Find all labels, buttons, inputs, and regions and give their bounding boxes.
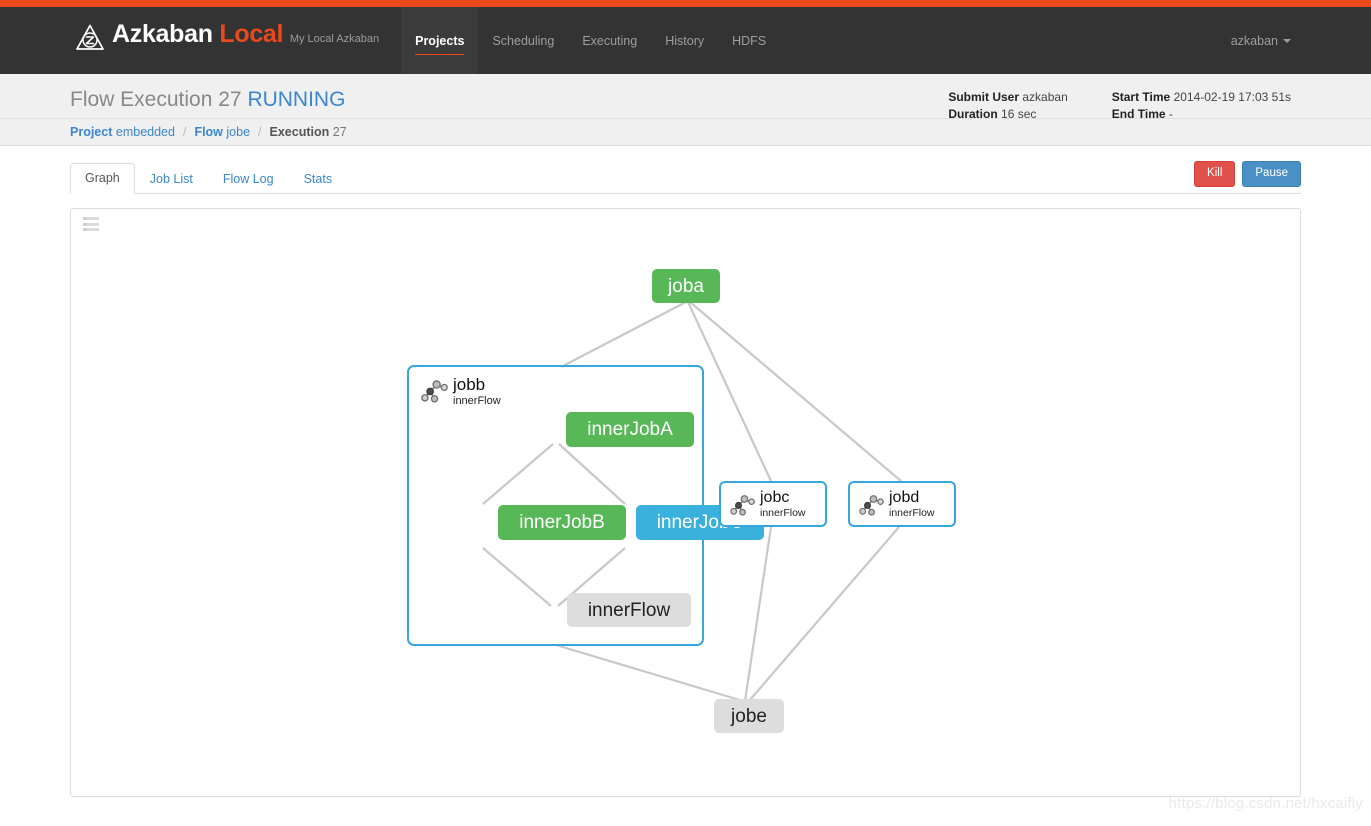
primary-nav: Projects Scheduling Executing History HD… bbox=[401, 7, 780, 74]
meta-submit-user-value: azkaban bbox=[1022, 90, 1068, 104]
edge-jobd-jobe bbox=[748, 526, 900, 702]
meta-col-user: Submit User azkaban Duration 16 sec bbox=[948, 89, 1067, 123]
meta-duration-value: 16 sec bbox=[1001, 107, 1037, 121]
flow-execution-header: Flow Execution 27 RUNNING Submit User az… bbox=[0, 74, 1371, 121]
meta-col-time: Start Time 2014-02-19 17:03 51s End Time… bbox=[1112, 89, 1291, 123]
execution-meta: Submit User azkaban Duration 16 sec Star… bbox=[948, 88, 1291, 123]
meta-duration: Duration 16 sec bbox=[948, 106, 1067, 123]
nav-item-executing[interactable]: Executing bbox=[568, 7, 651, 74]
tab-stats[interactable]: Stats bbox=[289, 164, 348, 194]
main-navbar: Azkaban Local My Local Azkaban Projects … bbox=[0, 7, 1371, 74]
user-menu[interactable]: azkaban bbox=[1231, 7, 1371, 74]
execution-actions: Kill Pause bbox=[1194, 161, 1301, 187]
graph-flowbox-jobb[interactable]: jobb innerFlow innerJobA innerJobB inner… bbox=[407, 365, 764, 646]
tab-flow-log[interactable]: Flow Log bbox=[208, 164, 289, 194]
meta-submit-user: Submit User azkaban bbox=[948, 89, 1067, 106]
breadcrumb-flow-link[interactable]: Flow jobe bbox=[194, 125, 250, 139]
graph-flownode-jobd-name: jobd bbox=[889, 488, 920, 506]
breadcrumb-flow-value: jobe bbox=[226, 125, 251, 139]
brand-name: Azkaban bbox=[112, 20, 213, 48]
brand-suffix: Local bbox=[219, 20, 284, 48]
graph-node-joba[interactable]: joba bbox=[652, 269, 720, 303]
tab-job-list[interactable]: Job List bbox=[135, 164, 208, 194]
edge-joba-jobd bbox=[689, 301, 902, 482]
breadcrumb-execution-current: Execution 27 bbox=[270, 125, 347, 139]
flow-tree-icon bbox=[730, 495, 755, 516]
content-area: Graph Job List Flow Log Stats Kill Pause bbox=[0, 146, 1371, 797]
breadcrumb-separator-1: / bbox=[182, 125, 187, 139]
kill-button[interactable]: Kill bbox=[1194, 161, 1236, 187]
graph-flowbox-jobb-name: jobb bbox=[453, 375, 486, 394]
nav-item-hdfs[interactable]: HDFS bbox=[718, 7, 780, 74]
graph-flownode-jobd-sub: innerFlow bbox=[889, 506, 935, 519]
graph-node-innerflow-label: innerFlow bbox=[587, 599, 671, 621]
brand-tagline: My Local Azkaban bbox=[289, 33, 380, 45]
pause-button[interactable]: Pause bbox=[1242, 161, 1301, 187]
flow-tree-icon bbox=[421, 380, 448, 403]
edge-joba-jobb bbox=[560, 301, 687, 368]
graph-node-innerjoba-label: innerJobA bbox=[587, 419, 673, 440]
meta-start-time: Start Time 2014-02-19 17:03 51s bbox=[1112, 89, 1291, 106]
graph-node-jobe-label: jobe bbox=[731, 705, 767, 727]
graph-flownode-jobd[interactable]: jobd innerFlow bbox=[848, 481, 956, 527]
status-badge: RUNNING bbox=[247, 88, 346, 111]
nav-item-projects[interactable]: Projects bbox=[401, 7, 479, 74]
breadcrumb-project-link[interactable]: Project embedded bbox=[70, 125, 175, 139]
chevron-down-icon bbox=[1283, 38, 1291, 43]
breadcrumb: Project embedded / Flow jobe / Execution… bbox=[0, 119, 1371, 146]
breadcrumb-flow-label: Flow bbox=[194, 125, 223, 139]
bottom-strip bbox=[0, 818, 1371, 826]
meta-end-time-value: - bbox=[1168, 107, 1173, 121]
meta-start-time-label: Start Time bbox=[1111, 90, 1171, 104]
breadcrumb-project-value: embedded bbox=[115, 125, 175, 139]
meta-submit-user-label: Submit User bbox=[948, 90, 1020, 104]
edge-jobb-jobe bbox=[555, 643, 744, 703]
graph-node-jobe[interactable]: jobe bbox=[714, 699, 784, 733]
flow-tree-icon bbox=[859, 495, 884, 516]
graph-node-innerflow[interactable]: innerFlow bbox=[567, 593, 691, 627]
graph-flownode-jobc-name: jobc bbox=[760, 488, 790, 506]
user-menu-label: azkaban bbox=[1230, 33, 1278, 48]
graph-flowbox-jobb-sub: innerFlow bbox=[453, 395, 501, 407]
meta-end-time-label: End Time bbox=[1111, 107, 1166, 121]
meta-end-time: End Time - bbox=[1112, 106, 1291, 123]
page-title-text: Flow Execution 27 bbox=[70, 88, 242, 111]
brand-home-link[interactable]: Azkaban Local My Local Azkaban bbox=[0, 7, 379, 74]
edge-jobc-jobe bbox=[743, 526, 773, 702]
graph-node-innerjoba[interactable]: innerJobA bbox=[566, 412, 694, 447]
graph-node-innerjobb[interactable]: innerJobB bbox=[498, 505, 626, 540]
graph-flownode-jobc-sub: innerFlow bbox=[760, 506, 806, 519]
graph-node-joba-label: joba bbox=[668, 275, 704, 297]
tab-bar: Graph Job List Flow Log Stats Kill Pause bbox=[70, 161, 1301, 194]
graph-flownode-jobc[interactable]: jobc innerFlow bbox=[719, 481, 827, 527]
graph-flowbox-jobb-header: jobb innerFlow bbox=[421, 376, 501, 408]
meta-duration-label: Duration bbox=[948, 107, 998, 121]
breadcrumb-separator-2: / bbox=[258, 125, 262, 139]
flow-graph-panel[interactable]: joba jobb innerFlow innerJobA innerJobB … bbox=[70, 208, 1301, 797]
top-accent-bar bbox=[0, 0, 1371, 7]
page-watermark: https://blog.csdn.net/hxcaifly bbox=[1168, 795, 1363, 812]
nav-item-history[interactable]: History bbox=[651, 7, 718, 74]
page-title: Flow Execution 27 RUNNING bbox=[70, 88, 345, 112]
tab-graph[interactable]: Graph bbox=[70, 163, 135, 194]
breadcrumb-project-label: Project bbox=[70, 125, 113, 139]
azkaban-triangle-logo-icon bbox=[76, 24, 104, 50]
breadcrumb-execution-label: Execution bbox=[269, 125, 330, 139]
breadcrumb-execution-value: 27 bbox=[332, 125, 347, 139]
graph-node-innerjobb-label: innerJobB bbox=[519, 512, 605, 533]
nav-item-scheduling[interactable]: Scheduling bbox=[478, 7, 568, 74]
meta-start-time-value: 2014-02-19 17:03 51s bbox=[1173, 90, 1291, 104]
